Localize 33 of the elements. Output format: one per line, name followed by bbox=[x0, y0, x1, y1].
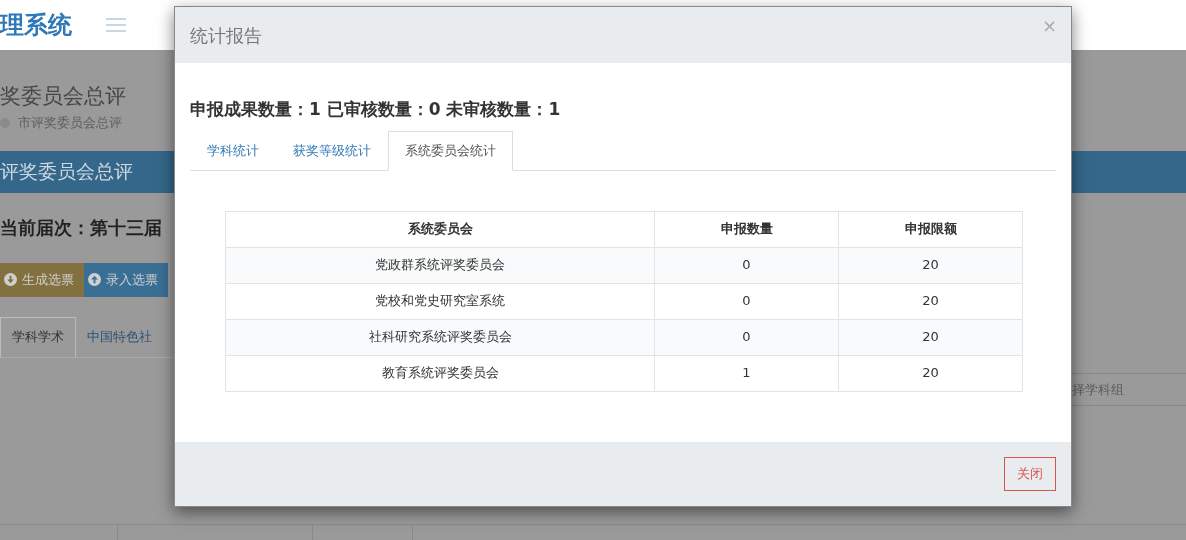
column-header: 申报数量 bbox=[654, 211, 839, 247]
table-cell: 20 bbox=[838, 355, 1023, 391]
session-label: 当前届次：第十三届 bbox=[0, 215, 163, 240]
table-cell: 1 bbox=[654, 355, 839, 391]
tab[interactable]: 学科统计 bbox=[190, 130, 276, 171]
dialog-title: 统计报告 bbox=[190, 23, 262, 48]
table-cell: 0 bbox=[654, 319, 839, 355]
tab[interactable]: 学科学术 bbox=[0, 316, 76, 357]
column-header: 申报限额 bbox=[838, 211, 1023, 247]
menu-icon[interactable] bbox=[106, 17, 126, 33]
arrow-up-circle-icon bbox=[88, 273, 101, 287]
column-header: 系统委员会 bbox=[225, 211, 655, 247]
table-cell: 社科研究系统评奖委员会 bbox=[225, 319, 655, 355]
tab[interactable]: 中国特色社 bbox=[76, 316, 163, 357]
table-cell: 0 bbox=[654, 247, 839, 283]
table-cell: 教育系统评奖委员会 bbox=[225, 355, 655, 391]
summary-text: 申报成果数量：1 已审核数量：0 未审核数量：1 bbox=[190, 98, 562, 121]
table-cell: 党政群系统评奖委员会 bbox=[225, 247, 655, 283]
table-cell: 党校和党史研究室系统 bbox=[225, 283, 655, 319]
tab[interactable]: 系统委员会统计 bbox=[388, 130, 513, 171]
table-cell: 20 bbox=[838, 319, 1023, 355]
tab[interactable]: 获奖等级统计 bbox=[276, 130, 388, 171]
table-cell: 20 bbox=[838, 283, 1023, 319]
table-cell: 20 bbox=[838, 247, 1023, 283]
arrow-down-circle-icon bbox=[4, 273, 17, 287]
vote-button[interactable]: 生成选票 bbox=[0, 262, 84, 297]
close-button[interactable]: × bbox=[1041, 17, 1057, 35]
app-title: 理系统 bbox=[0, 13, 72, 37]
vote-button[interactable]: 录入选票 bbox=[84, 262, 168, 297]
table-cell: 0 bbox=[654, 283, 839, 319]
close-button[interactable]: 关闭 bbox=[1004, 457, 1056, 491]
page-title: 奖委员会总评 bbox=[0, 84, 127, 110]
section-title: 评奖委员会总评 bbox=[0, 159, 133, 185]
